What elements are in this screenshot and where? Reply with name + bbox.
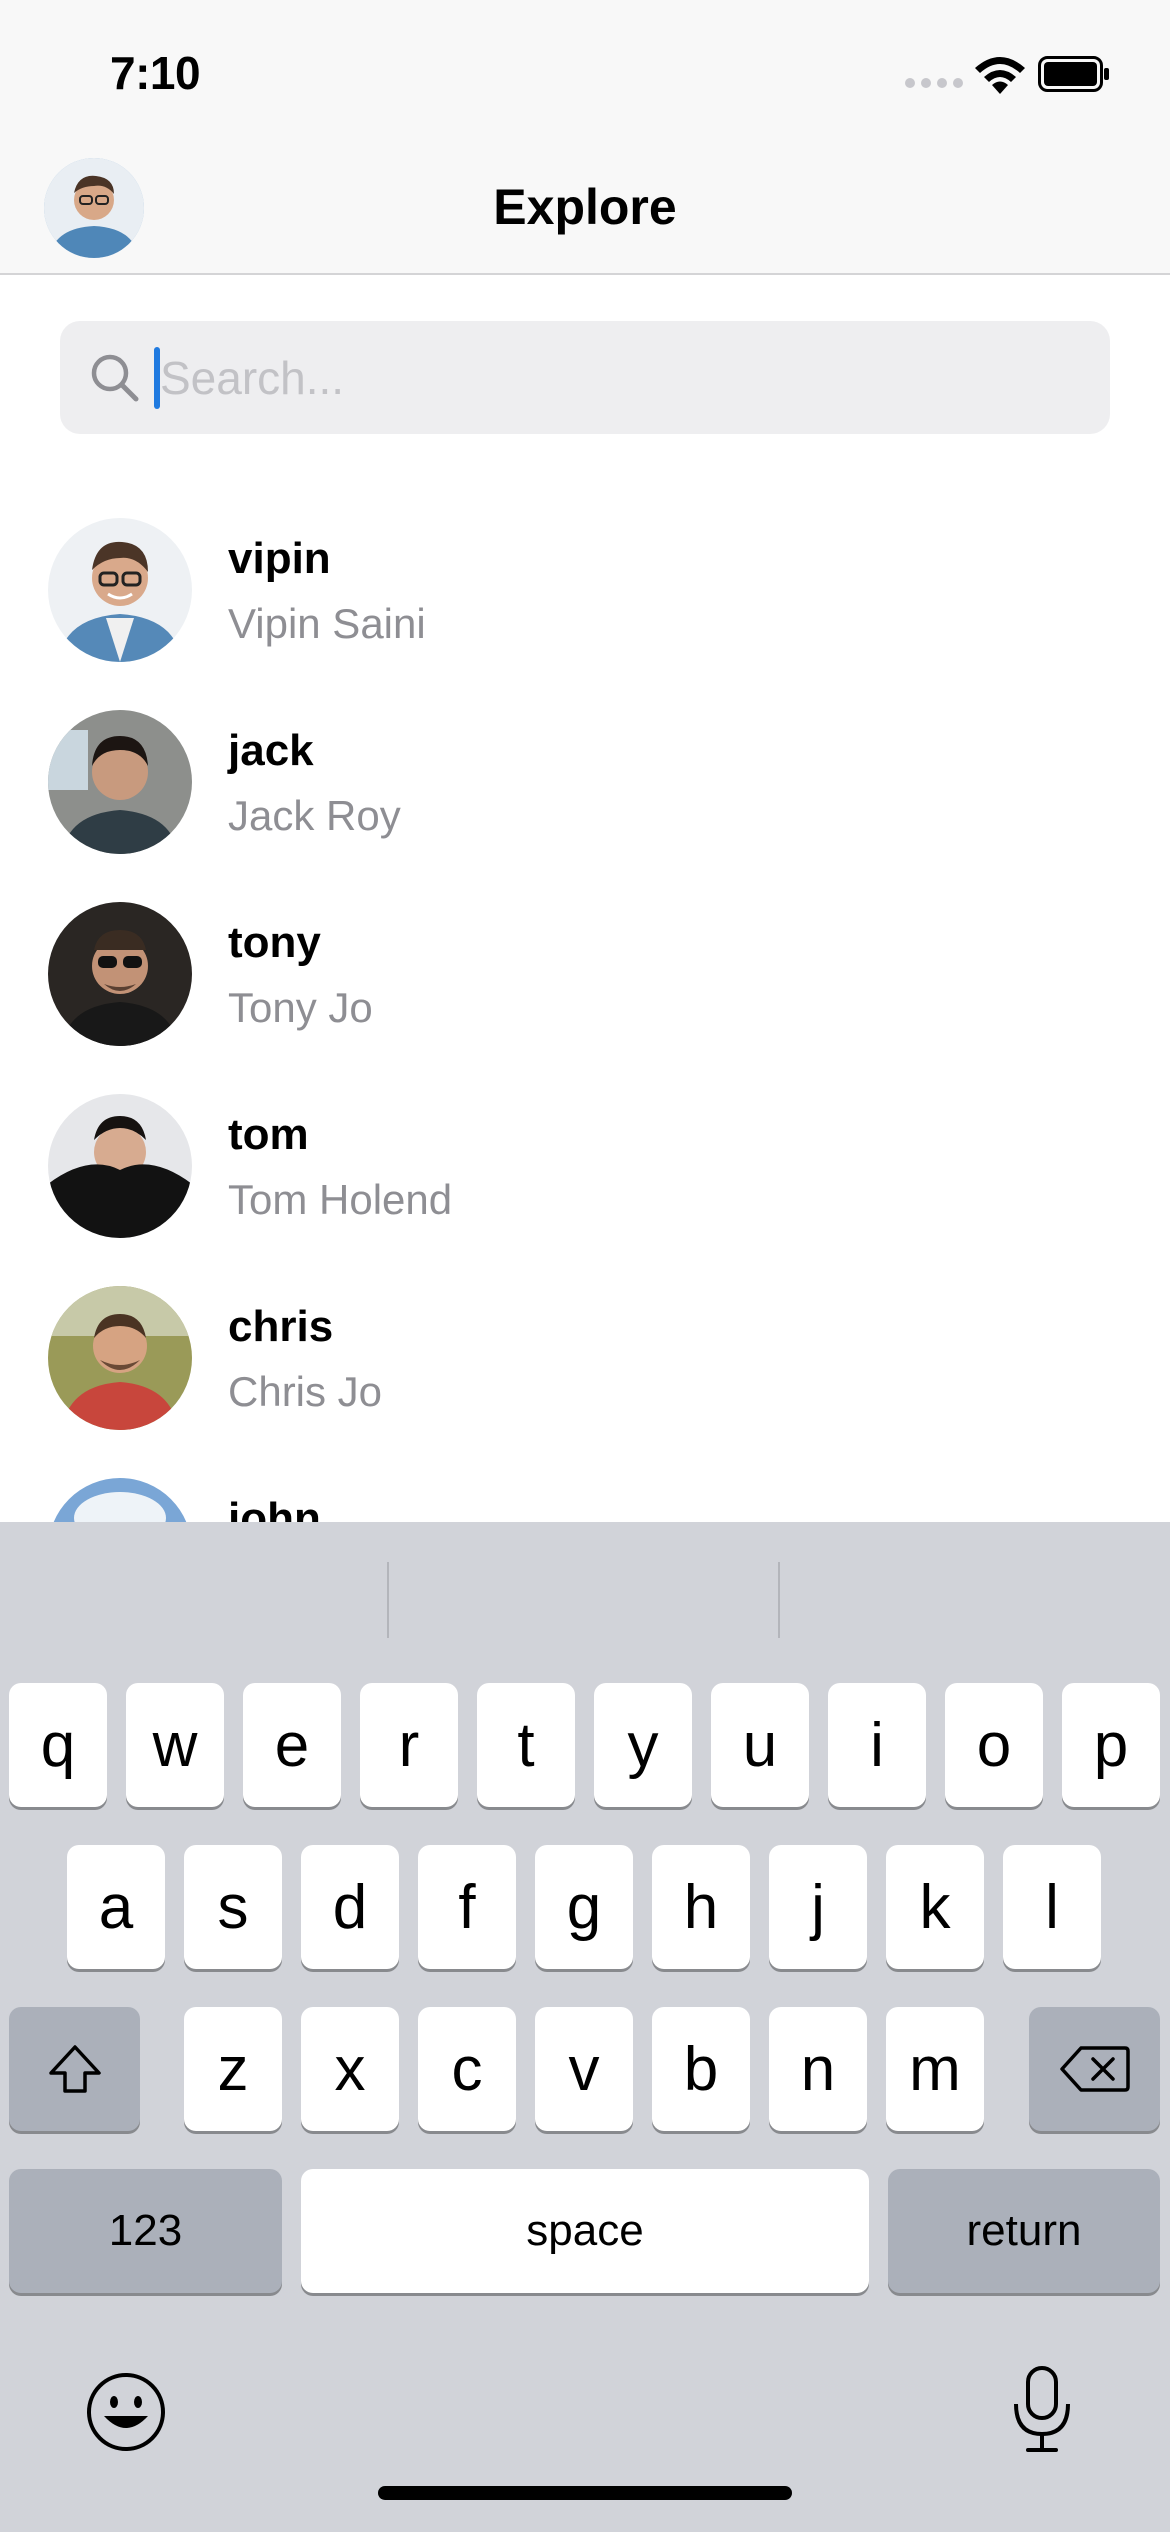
key-e[interactable]: e: [243, 1683, 341, 1807]
key-p[interactable]: p: [1062, 1683, 1160, 1807]
key-s[interactable]: s: [184, 1845, 282, 1969]
top-bar: 7:10 Explore: [0, 0, 1170, 275]
key-b[interactable]: b: [652, 2007, 750, 2131]
key-i[interactable]: i: [828, 1683, 926, 1807]
user-list: vipin Vipin Saini jack Jack Roy tony Ton…: [0, 510, 1170, 1662]
key-t[interactable]: t: [477, 1683, 575, 1807]
search-input[interactable]: [160, 339, 1060, 417]
search-icon: [91, 354, 139, 402]
username: jack: [228, 726, 314, 775]
avatar: [48, 1094, 192, 1238]
keyboard: q w e r t y u i o p a s d f g h j k l z …: [0, 1522, 1170, 2532]
key-v[interactable]: v: [535, 2007, 633, 2131]
key-y[interactable]: y: [594, 1683, 692, 1807]
full-name: Vipin Saini: [228, 600, 426, 647]
avatar: [48, 1286, 192, 1430]
list-item[interactable]: tom Tom Holend: [0, 1086, 1170, 1278]
battery-icon: [1038, 56, 1109, 92]
cellular-signal-icon: [905, 78, 963, 88]
key-x[interactable]: x: [301, 2007, 399, 2131]
numbers-key[interactable]: 123: [9, 2169, 282, 2293]
status-time: 7:10: [110, 47, 201, 99]
divider: [778, 1562, 780, 1638]
key-l[interactable]: l: [1003, 1845, 1101, 1969]
wifi-icon: [975, 57, 1025, 94]
key-m[interactable]: m: [886, 2007, 984, 2131]
key-c[interactable]: c: [418, 2007, 516, 2131]
key-k[interactable]: k: [886, 1845, 984, 1969]
key-a[interactable]: a: [67, 1845, 165, 1969]
predictive-bar: [0, 1522, 1170, 1672]
divider: [387, 1562, 389, 1638]
key-h[interactable]: h: [652, 1845, 750, 1969]
username: tony: [228, 918, 321, 967]
key-w[interactable]: w: [126, 1683, 224, 1807]
key-j[interactable]: j: [769, 1845, 867, 1969]
home-indicator[interactable]: [378, 2486, 792, 2500]
key-u[interactable]: u: [711, 1683, 809, 1807]
shift-key[interactable]: [9, 2007, 140, 2131]
page-title: Explore: [493, 179, 677, 235]
delete-key[interactable]: [1029, 2007, 1160, 2131]
key-o[interactable]: o: [945, 1683, 1043, 1807]
shift-icon: [48, 2045, 101, 2093]
key-q[interactable]: q: [9, 1683, 107, 1807]
microphone-icon[interactable]: [1006, 2364, 1078, 2456]
key-g[interactable]: g: [535, 1845, 633, 1969]
avatar: [48, 518, 192, 662]
key-r[interactable]: r: [360, 1683, 458, 1807]
username: vipin: [228, 534, 331, 583]
avatar: [48, 902, 192, 1046]
key-n[interactable]: n: [769, 2007, 867, 2131]
space-key[interactable]: space: [301, 2169, 869, 2293]
delete-icon: [1059, 2046, 1130, 2092]
username: tom: [228, 1110, 309, 1159]
list-item[interactable]: tony Tony Jo: [0, 894, 1170, 1086]
list-item[interactable]: chris Chris Jo: [0, 1278, 1170, 1470]
key-z[interactable]: z: [184, 2007, 282, 2131]
avatar: [48, 710, 192, 854]
return-key[interactable]: return: [888, 2169, 1160, 2293]
list-item[interactable]: vipin Vipin Saini: [0, 510, 1170, 702]
full-name: Tom Holend: [228, 1176, 453, 1223]
emoji-icon[interactable]: [84, 2370, 168, 2454]
full-name: Chris Jo: [228, 1368, 383, 1415]
search-bar[interactable]: [60, 321, 1110, 434]
key-f[interactable]: f: [418, 1845, 516, 1969]
full-name: Jack Roy: [228, 792, 401, 839]
key-d[interactable]: d: [301, 1845, 399, 1969]
full-name: Tony Jo: [228, 984, 373, 1031]
list-item[interactable]: jack Jack Roy: [0, 702, 1170, 894]
username: chris: [228, 1302, 334, 1351]
